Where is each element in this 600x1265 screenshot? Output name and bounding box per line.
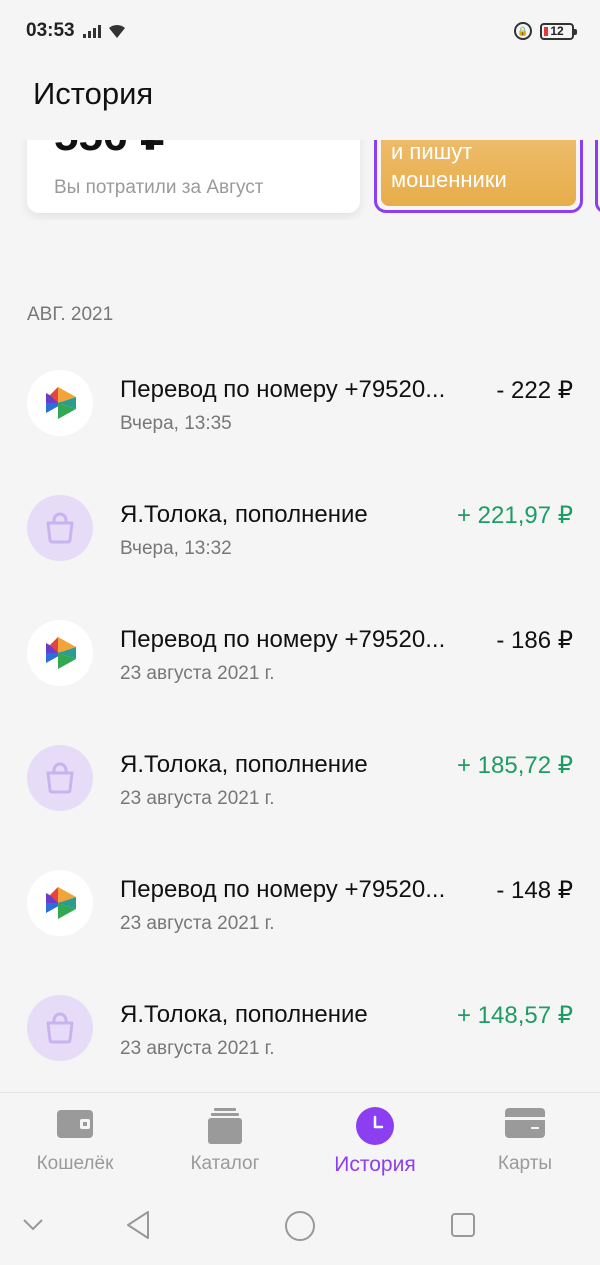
promo-image: и пишут мошенники [381,140,576,206]
transaction-amount: + 185,72 ₽ [456,752,573,779]
catalog-icon [208,1108,242,1144]
tab-label: История [334,1153,416,1176]
transaction-row[interactable]: Перевод по номеру +79520... 23 августа 2… [0,590,600,715]
promo-text-line1: и пишут [391,140,473,164]
transaction-amount: + 148,57 ₽ [456,1002,573,1029]
promo-text-line2: мошенники [391,167,507,192]
transaction-title: Я.Толока, пополнение [120,1001,368,1028]
clock-icon [356,1107,394,1145]
transaction-date: 23 августа 2021 г. [120,913,275,934]
transaction-amount: - 148 ₽ [496,877,573,904]
month-section-header: АВГ. 2021 [27,304,114,325]
transaction-row[interactable]: Перевод по номеру +79520... 23 августа 2… [0,840,600,965]
battery-icon: 12 [540,22,577,40]
card-icon [505,1108,545,1138]
recents-square-icon[interactable] [450,1212,476,1238]
promo-story-card[interactable]: и пишут мошенники [374,140,583,213]
signal-icon [82,24,101,38]
transaction-row[interactable]: Я.Толока, пополнение Вчера, 13:32 + 221,… [0,465,600,590]
wifi-icon [108,24,125,38]
tab-catalog[interactable]: Каталог [150,1093,300,1193]
transaction-row[interactable]: Я.Толока, пополнение 23 августа 2021 г. … [0,715,600,840]
transaction-date: 23 августа 2021 г. [120,663,275,684]
transaction-title: Перевод по номеру +79520... [120,626,446,653]
tab-label: Кошелёк [36,1153,114,1174]
promo-text: и пишут мошенники [391,140,507,194]
wallet-icon [57,1110,93,1138]
transaction-amount: - 222 ₽ [496,377,573,404]
page-title: История [33,76,154,111]
shopping-bag-icon [27,995,93,1061]
tab-label: Карты [497,1153,553,1174]
summary-carousel[interactable]: 556 ₽ Вы потратили за Август и пишут мош… [0,140,600,220]
transfer-logo-icon [27,870,93,936]
system-nav-bar [0,1192,600,1265]
spending-amount: 556 ₽ [54,140,170,161]
transaction-date: 23 августа 2021 г. [120,788,275,809]
tab-label: Каталог [190,1153,260,1174]
transaction-title: Я.Толока, пополнение [120,751,368,778]
bottom-tab-bar: Кошелёк Каталог История Карты [0,1092,600,1192]
tab-wallet[interactable]: Кошелёк [0,1093,150,1193]
transaction-title: Перевод по номеру +79520... [120,876,446,903]
status-bar: 03:53 🔒 12 [0,0,600,62]
shopping-bag-icon [27,745,93,811]
transactions-list: Перевод по номеру +79520... Вчера, 13:35… [0,340,600,1090]
rotation-lock-icon: 🔒 [514,22,532,40]
hide-nav-chevron-icon[interactable] [22,1218,44,1232]
spending-subtitle: Вы потратили за Август [54,177,264,198]
transaction-date: 23 августа 2021 г. [120,1038,275,1059]
transfer-logo-icon [27,620,93,686]
transaction-title: Я.Толока, пополнение [120,501,368,528]
spending-summary-card[interactable]: 556 ₽ Вы потратили за Август [27,140,360,213]
battery-level: 12 [550,24,564,38]
back-triangle-icon[interactable] [124,1210,152,1240]
next-promo-card[interactable] [595,140,600,213]
tab-history[interactable]: История [300,1093,450,1193]
tab-cards[interactable]: Карты [450,1093,600,1193]
transaction-amount: + 221,97 ₽ [456,502,573,529]
page-header: История [0,62,600,140]
transaction-amount: - 186 ₽ [496,627,573,654]
transaction-row[interactable]: Я.Толока, пополнение 23 августа 2021 г. … [0,965,600,1090]
status-time: 03:53 [26,20,75,41]
shopping-bag-icon [27,495,93,561]
transaction-date: Вчера, 13:32 [120,538,232,559]
home-circle-icon[interactable] [284,1210,316,1242]
transaction-row[interactable]: Перевод по номеру +79520... Вчера, 13:35… [0,340,600,465]
transaction-date: Вчера, 13:35 [120,413,232,434]
transfer-logo-icon [27,370,93,436]
transaction-title: Перевод по номеру +79520... [120,376,446,403]
